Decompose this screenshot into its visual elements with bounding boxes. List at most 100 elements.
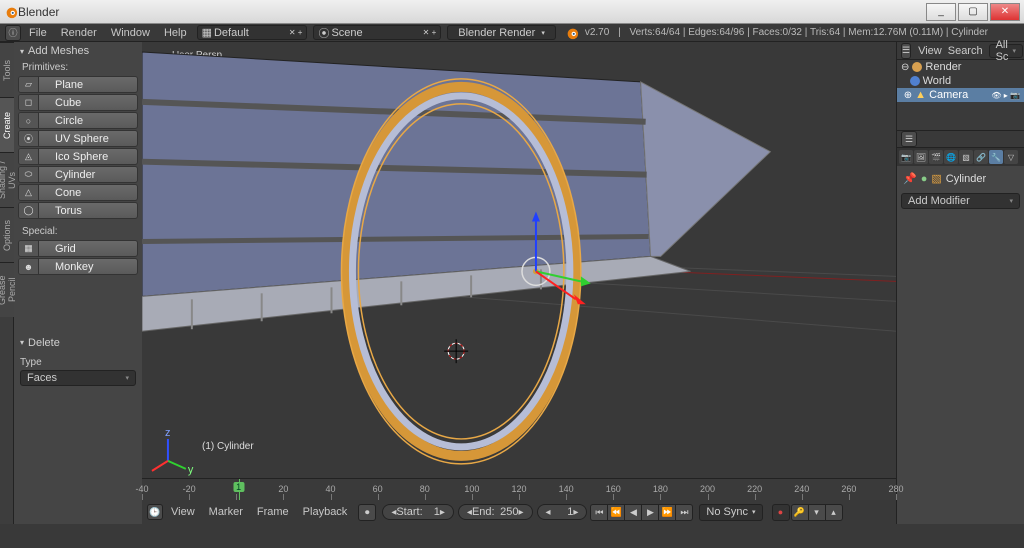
keyframe-prev-button[interactable]: ⏪ — [607, 504, 625, 521]
record-button[interactable]: ● — [772, 504, 790, 521]
start-frame-field[interactable]: ◂ Start: 1 ▸ — [382, 504, 454, 520]
timeline-tick — [613, 494, 614, 500]
timeline-ruler[interactable]: -40-200204060801001201401601802002202402… — [142, 478, 896, 500]
app-body: Tools Create Shading / UVs Options Greas… — [0, 42, 1024, 524]
add-meshes-header[interactable]: Add Meshes — [14, 42, 142, 60]
add-monkey-button[interactable]: ☻Monkey — [18, 258, 138, 275]
minimize-button[interactable]: _ — [926, 3, 956, 21]
tab-object-icon[interactable]: ▧ — [959, 150, 973, 164]
timeline-menu-frame[interactable]: Frame — [250, 506, 296, 518]
tab-world-icon[interactable]: 🌐 — [944, 150, 958, 164]
auto-keyframe-button[interactable]: ⏺ — [358, 504, 376, 521]
end-frame-field[interactable]: ◂ End: 250 ▸ — [458, 504, 533, 520]
delete-keyframe-button[interactable]: ▴ — [825, 504, 843, 521]
info-header: ⓘ File Render Window Help ▦ Default ✕ + … — [0, 24, 1024, 42]
tab-data-icon[interactable]: ▽ — [1004, 150, 1018, 164]
tab-grease-pencil[interactable]: Grease Pencil — [0, 262, 14, 317]
delete-type-dropdown[interactable]: Faces — [20, 370, 136, 386]
tab-render-layers-icon[interactable]: 🖼 — [914, 150, 928, 164]
tab-scene-icon[interactable]: 🎬 — [929, 150, 943, 164]
add-cylinder-button[interactable]: ⬭Cylinder — [18, 166, 138, 183]
menu-window[interactable]: Window — [104, 27, 157, 39]
close-button[interactable]: ✕ — [990, 3, 1020, 21]
scene-dropdown[interactable]: ⦿ Scene ✕ + — [313, 25, 441, 40]
current-frame-field[interactable]: ◂ 1 ▸ — [537, 504, 588, 520]
tab-constraints-icon[interactable]: 🔗 — [974, 150, 988, 164]
properties-header: ☰ — [897, 130, 1024, 148]
outliner-display-dropdown[interactable]: All Sc — [989, 44, 1023, 58]
insert-keyframe-button[interactable]: ▾ — [808, 504, 826, 521]
keying-set-dropdown[interactable]: 🔑 — [791, 504, 809, 521]
context-breadcrumb: 📌 ● ▧ Cylinder — [901, 170, 1020, 187]
menu-render[interactable]: Render — [54, 27, 104, 39]
add-grid-button[interactable]: ▦Grid — [18, 240, 138, 257]
add-plane-button[interactable]: ▱Plane — [18, 76, 138, 93]
timeline-tick-label: 280 — [888, 484, 903, 494]
add-cube-button[interactable]: ◻Cube — [18, 94, 138, 111]
outliner-world-row[interactable]: World — [897, 74, 1024, 88]
special-list: ▦Grid ☻Monkey — [14, 239, 142, 276]
add-uvsphere-button[interactable]: ⦿UV Sphere — [18, 130, 138, 147]
blender-logo-icon — [4, 5, 18, 19]
timeline-tick-label: 60 — [373, 484, 383, 494]
timeline-menu-marker[interactable]: Marker — [202, 506, 250, 518]
timeline-tick — [755, 494, 756, 500]
sync-dropdown[interactable]: No Sync▾ — [699, 504, 762, 521]
svg-text:y: y — [188, 464, 194, 476]
timeline-menu-playback[interactable]: Playback — [296, 506, 355, 518]
version-label: v2.70 — [585, 27, 609, 38]
timeline-tick-label: 140 — [559, 484, 574, 494]
editor-type-outliner-icon[interactable]: ☰ — [901, 43, 911, 59]
tab-create[interactable]: Create — [0, 97, 14, 152]
outliner-menu-view[interactable]: View — [918, 45, 942, 57]
tab-tools[interactable]: Tools — [0, 42, 14, 97]
timeline-tick — [660, 494, 661, 500]
timeline-tick — [189, 494, 190, 500]
timeline-tick — [708, 494, 709, 500]
tab-options[interactable]: Options — [0, 207, 14, 262]
screen-layout-dropdown[interactable]: ▦ Default ✕ + — [197, 25, 308, 40]
menu-file[interactable]: File — [22, 27, 54, 39]
grid-icon: ▦ — [19, 241, 39, 256]
add-torus-button[interactable]: ◯Torus — [18, 202, 138, 219]
blender-logo-icon — [565, 26, 579, 40]
pin-icon[interactable]: 📌 — [903, 172, 917, 185]
outliner-menu-search[interactable]: Search — [948, 45, 983, 57]
jump-start-button[interactable]: ⏮ — [590, 504, 608, 521]
context-object-name: Cylinder — [946, 173, 986, 185]
3d-viewport[interactable]: User Persp — [142, 42, 896, 478]
engine-label: Blender Render — [458, 27, 535, 39]
timeline-menu-view[interactable]: View — [164, 506, 202, 518]
timeline-tick-label: 200 — [700, 484, 715, 494]
add-modifier-dropdown[interactable]: Add Modifier — [901, 193, 1020, 209]
keying-set-group: 🔑 ▾ ▴ — [792, 504, 843, 521]
menu-help[interactable]: Help — [157, 27, 194, 39]
special-label: Special: — [14, 224, 142, 239]
jump-end-button[interactable]: ⏭ — [675, 504, 693, 521]
editor-type-timeline-icon[interactable]: 🕒 — [147, 504, 163, 520]
tool-shelf-tabs: Tools Create Shading / UVs Options Greas… — [0, 42, 14, 524]
outliner-scene-row[interactable]: ⊖ Render — [897, 60, 1024, 74]
stats-label: | — [615, 27, 623, 38]
outliner-tree[interactable]: ⊖ Render World ⊕ ▲Camera👁 ▸ 📷 — [897, 60, 1024, 130]
tab-render-icon[interactable]: 📷 — [899, 150, 913, 164]
timeline-tick — [566, 494, 567, 500]
monkey-icon: ☻ — [19, 259, 39, 274]
tab-modifiers-icon[interactable]: 🔧 — [989, 150, 1003, 164]
add-icosphere-button[interactable]: ◬Ico Sphere — [18, 148, 138, 165]
play-button[interactable]: ▶ — [641, 504, 659, 521]
timeline-tick — [849, 494, 850, 500]
maximize-button[interactable]: ▢ — [958, 3, 988, 21]
keyframe-next-button[interactable]: ⏩ — [658, 504, 676, 521]
timeline-tick — [896, 494, 897, 500]
play-reverse-button[interactable]: ◀ — [624, 504, 642, 521]
add-cone-button[interactable]: △Cone — [18, 184, 138, 201]
outliner-camera-row[interactable]: ⊕ ▲Camera👁 ▸ 📷 — [897, 88, 1024, 102]
editor-type-properties-icon[interactable]: ☰ — [901, 131, 917, 147]
render-engine-dropdown[interactable]: Blender Render ▾ — [447, 25, 556, 40]
tab-shading-uvs[interactable]: Shading / UVs — [0, 152, 14, 207]
delete-panel-header[interactable]: Delete — [14, 334, 142, 352]
editor-type-icon[interactable]: ⓘ — [5, 25, 21, 41]
add-circle-button[interactable]: ○Circle — [18, 112, 138, 129]
viewport-column: User Persp — [142, 42, 896, 524]
